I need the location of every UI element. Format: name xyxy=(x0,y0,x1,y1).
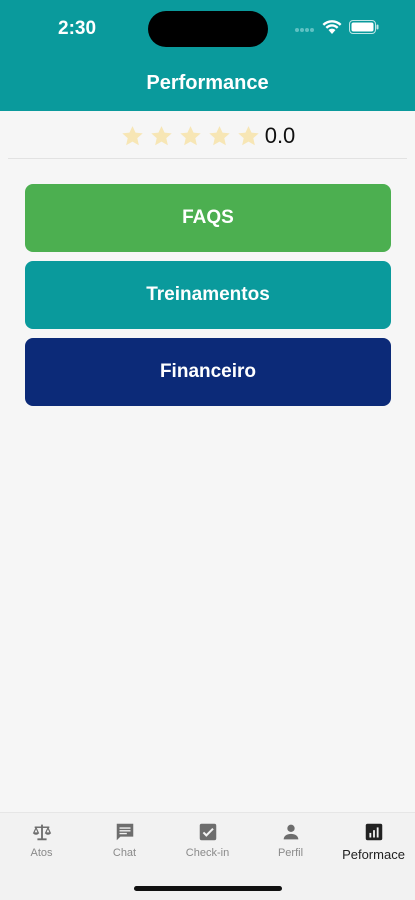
nav-item-chat[interactable]: Chat xyxy=(83,821,166,871)
nav-label: Atos xyxy=(30,847,53,859)
divider xyxy=(8,158,407,159)
nav-label: Perfil xyxy=(277,847,304,859)
status-time: 2:30 xyxy=(58,18,97,39)
nav-item-check-in[interactable]: Check-in xyxy=(166,821,249,871)
star-rating xyxy=(120,124,261,149)
star-icon xyxy=(208,125,230,145)
home-indicator xyxy=(134,886,282,891)
signal-icon xyxy=(295,28,314,32)
page-title: Performance xyxy=(146,72,269,94)
scale-icon xyxy=(32,824,51,841)
treinamentos-button[interactable]: Treinamentos xyxy=(25,261,391,329)
checkbox-icon xyxy=(199,823,216,841)
nav-label: Peformace xyxy=(342,847,405,862)
nav-item-atos[interactable]: Atos xyxy=(0,821,83,871)
star-icon xyxy=(179,125,201,145)
star-icon xyxy=(237,125,259,145)
dynamic-island xyxy=(148,11,268,47)
bar-chart-icon xyxy=(365,823,382,841)
rating-row: 0.0 xyxy=(0,118,415,154)
financeiro-button[interactable]: Financeiro xyxy=(25,338,391,406)
star-icon xyxy=(150,125,172,145)
rating-value: 0.0 xyxy=(264,123,296,148)
wifi-icon xyxy=(322,20,342,34)
nav-item-peformace[interactable]: Peformace xyxy=(332,821,415,871)
app-header: 2:30 Performance xyxy=(0,0,415,111)
star-icon xyxy=(121,125,143,145)
chat-icon xyxy=(116,823,133,841)
status-bar: 2:30 xyxy=(0,0,415,56)
nav-item-perfil[interactable]: Perfil xyxy=(249,821,332,871)
nav-label: Chat xyxy=(112,847,137,859)
screen: 2:30 Performance 0.0 FAQS Treinamentos F… xyxy=(0,0,415,900)
person-icon xyxy=(283,824,298,840)
faqs-button[interactable]: FAQS xyxy=(25,184,391,252)
nav-label: Check-in xyxy=(185,847,230,859)
battery-icon xyxy=(349,20,379,34)
